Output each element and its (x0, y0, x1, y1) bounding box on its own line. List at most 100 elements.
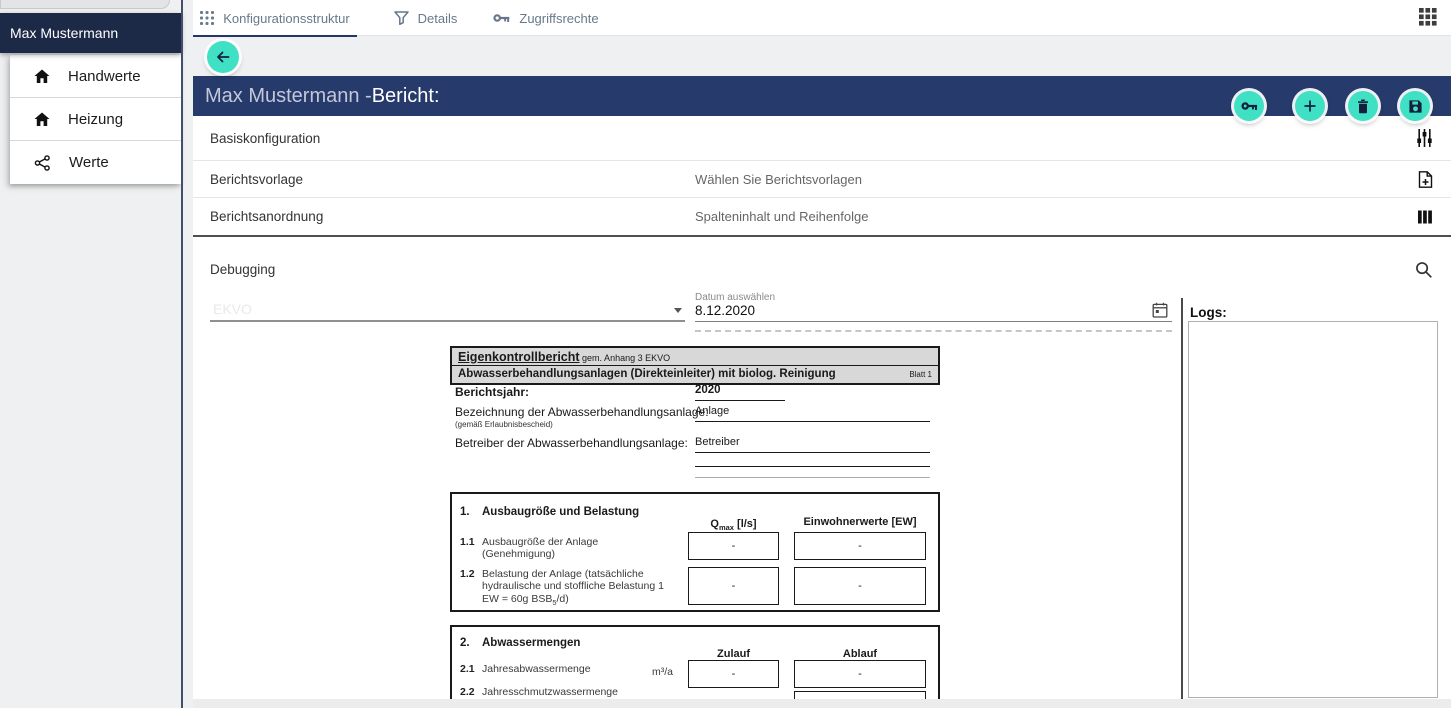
column-header-qmax: Qmax [l/s] (688, 518, 779, 532)
row-berichtsanordnung[interactable]: Berichtsanordnung Spalteninhalt und Reih… (193, 198, 1451, 235)
add-button[interactable] (1295, 91, 1325, 121)
field-note: (gemäß Erlaubnisbescheid) (455, 420, 553, 429)
input-ew-1-2[interactable]: - (794, 567, 926, 605)
row-label: Belastung der Anlage (tatsächliche hydra… (482, 568, 680, 608)
save-button[interactable] (1400, 91, 1430, 121)
row-number: 1.2 (460, 568, 475, 580)
calendar-icon (1152, 302, 1168, 318)
key-icon (493, 11, 510, 25)
section-2-box: 2. Abwassermengen Zulauf Ablauf 2.1 Jahr… (450, 625, 940, 708)
row-unit: m³/a (652, 666, 673, 678)
field-label: Betreiber der Abwasserbehandlungsanlage: (455, 436, 688, 450)
field-underline (695, 452, 930, 453)
tab-bar: Konfigurationsstruktur Details Zugriffsr… (193, 0, 1451, 36)
tab-details[interactable]: Details (378, 0, 473, 36)
sidebar-item-label: Handwerte (68, 68, 141, 85)
key-button[interactable] (1234, 91, 1264, 121)
back-button[interactable] (207, 41, 239, 73)
search-button[interactable] (1415, 261, 1433, 279)
input-zulauf-2-1[interactable]: - (688, 660, 779, 688)
sidebar-header: Max Mustermann (0, 13, 181, 53)
sidebar-item-werte[interactable]: Werte (10, 141, 181, 184)
sidebar-menu: Handwerte Heizung Werte (10, 55, 181, 184)
sidebar-item-label: Heizung (68, 111, 123, 128)
header-spacer (193, 36, 1451, 76)
section-divider (193, 235, 1451, 237)
report-sheet-number: Blatt 1 (909, 370, 932, 379)
input-ew-1-1[interactable]: - (794, 532, 926, 560)
report-subtitle-row: Abwasserbehandlungsanlagen (Direkteinlei… (452, 366, 938, 383)
row-number: 1.1 (460, 536, 475, 548)
input-qmax-1-1[interactable]: - (688, 532, 779, 560)
report-subtitle: Abwasserbehandlungsanlagen (Direkteinlei… (458, 368, 836, 380)
field-value: Betreiber (695, 436, 740, 448)
plus-icon (1302, 98, 1318, 114)
section-number: 2. (460, 637, 470, 649)
app-window: Max Mustermann Handwerte Heizung Werte (0, 0, 1451, 708)
tune-icon[interactable] (1416, 129, 1433, 147)
row-label: Berichtsvorlage (210, 172, 695, 187)
field-underline-faint (695, 477, 930, 478)
select-value: EKVO (213, 301, 252, 317)
row-label: Jahresabwassermenge (482, 663, 647, 675)
field-underline (695, 400, 785, 401)
grid-icon (200, 11, 214, 25)
row-label: Basiskonfiguration (210, 131, 695, 146)
debugging-title: Debugging (210, 262, 275, 277)
search-icon (1415, 261, 1433, 279)
row-berichtsvorlage[interactable]: Berichtsvorlage Wählen Sie Berichtsvorla… (193, 161, 1451, 198)
tab-label: Details (418, 11, 458, 26)
input-ablauf-2-1[interactable]: - (794, 660, 926, 688)
tab-konfigurationsstruktur[interactable]: Konfigurationsstruktur (193, 0, 357, 36)
sidebar-divider (181, 0, 183, 708)
report-title-row: Eigenkontrollbericht gem. Anhang 3 EKVO (452, 348, 938, 366)
row-label: Ausbaugröße der Anlage (Genehmigung) (482, 536, 632, 561)
field-underline-empty (695, 466, 930, 467)
date-field-label: Datum auswählen (695, 292, 775, 303)
key-icon (1241, 99, 1258, 113)
field-value: 2020 (695, 384, 721, 396)
field-value: Anlage (695, 405, 729, 417)
note-add-icon[interactable] (1418, 171, 1433, 188)
page-bottom-edge (193, 699, 1451, 708)
sidebar-item-label: Werte (69, 154, 109, 171)
sidebar-header-label: Max Mustermann (10, 25, 118, 41)
date-picker-field[interactable]: Datum auswählen 8.12.2020 (695, 292, 1172, 322)
field-label: Berichtsjahr: (455, 385, 529, 399)
row-hint: Spalteninhalt und Reihenfolge (695, 209, 1417, 224)
home-icon (34, 69, 50, 84)
tab-label: Zugriffsrechte (519, 11, 598, 26)
column-header-ablauf: Ablauf (794, 648, 926, 660)
report-title: Eigenkontrollbericht (458, 350, 580, 364)
row-label: Berichtsanordnung (210, 209, 695, 224)
tab-zugriffsrechte[interactable]: Zugriffsrechte (490, 0, 602, 36)
view-column-icon[interactable] (1417, 209, 1433, 225)
report-type-select[interactable]: EKVO (210, 296, 685, 322)
input-qmax-1-2[interactable]: - (688, 567, 779, 605)
column-header-zulauf: Zulauf (688, 648, 779, 660)
chevron-down-icon (674, 308, 682, 313)
tab-label: Konfigurationsstruktur (223, 11, 349, 26)
sidebar-item-heizung[interactable]: Heizung (10, 98, 181, 141)
sidebar-scrolled-card-edge (0, 0, 170, 9)
filter-icon (394, 11, 409, 25)
report-title-suffix: gem. Anhang 3 EKVO (580, 353, 671, 363)
calendar-button[interactable] (1152, 302, 1168, 318)
sidebar-item-handwerte[interactable]: Handwerte (10, 55, 181, 98)
logs-output[interactable] (1188, 321, 1438, 698)
delete-button[interactable] (1348, 91, 1378, 121)
share-icon (34, 155, 51, 171)
page-title: Bericht: (372, 85, 440, 108)
logs-divider (1181, 298, 1183, 708)
row-number: 2.1 (460, 663, 475, 675)
section-1-box: 1. Ausbaugröße und Belastung Qmax [l/s] … (450, 492, 940, 612)
report-header-box: Eigenkontrollbericht gem. Anhang 3 EKVO … (450, 346, 940, 385)
row-number: 2.2 (460, 686, 475, 698)
field-underline (695, 421, 930, 422)
field-label: Bezeichnung der Abwasserbehandlungsanlag… (455, 405, 709, 419)
section-number: 1. (460, 506, 470, 518)
apps-grid-button[interactable] (1419, 8, 1439, 28)
home-icon (34, 112, 50, 127)
row-basiskonfiguration[interactable]: Basiskonfiguration (193, 116, 1451, 161)
arrow-left-icon (215, 49, 231, 65)
